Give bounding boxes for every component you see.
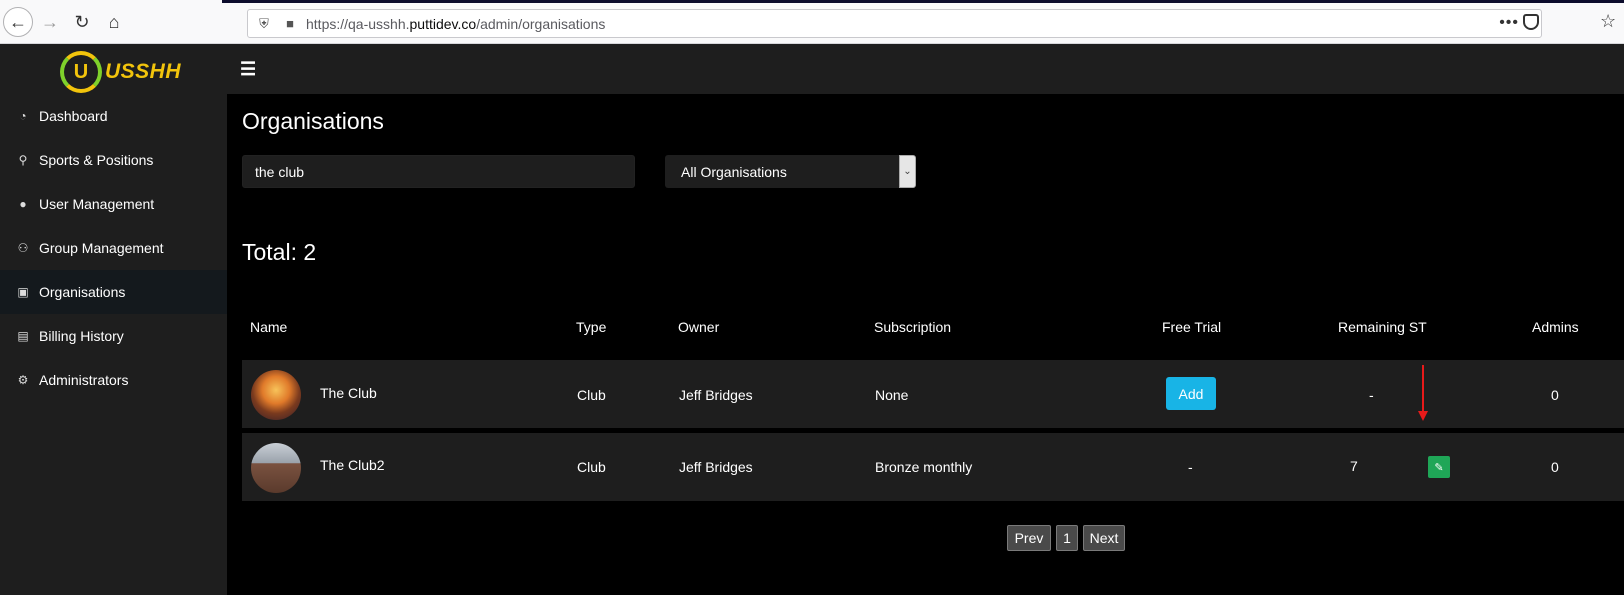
- organisation-filter-select[interactable]: All Organisations ⌄: [665, 155, 916, 188]
- cogs-icon: ⚙: [17, 373, 29, 387]
- column-header-name: Name: [250, 319, 288, 335]
- url-text[interactable]: https://qa-usshh.puttidev.co/admin/organ…: [306, 16, 605, 32]
- sidebar-item-label: Sports & Positions: [39, 152, 154, 168]
- money-icon: ▤: [17, 329, 29, 343]
- column-header-free-trial: Free Trial: [1162, 319, 1222, 335]
- url-path: /admin/organisations: [476, 15, 606, 32]
- sidebar-item-label: Group Management: [39, 240, 164, 256]
- sidebar-item-billing-history[interactable]: ▤ Billing History: [0, 314, 227, 358]
- page-actions-icon[interactable]: •••: [1499, 14, 1519, 32]
- organisation-owner: Jeff Bridges: [679, 459, 753, 475]
- lock-icon[interactable]: ■: [280, 16, 300, 31]
- url-domain: puttidev.co: [409, 15, 477, 32]
- forward-icon[interactable]: →: [36, 8, 64, 36]
- sidebar-item-administrators[interactable]: ⚙ Administrators: [0, 358, 227, 402]
- organisation-owner: Jeff Bridges: [679, 387, 753, 403]
- remaining-st-value: -: [1369, 387, 1374, 403]
- dashboard-icon: ◔: [19, 109, 27, 123]
- url-prefix: https://qa-usshh.: [306, 15, 410, 32]
- sidebar-item-label: Organisations: [39, 284, 126, 300]
- column-header-subscription: Subscription: [874, 319, 952, 335]
- organisation-type: Club: [577, 459, 606, 475]
- back-icon[interactable]: ←: [3, 7, 33, 37]
- admins-count: 0: [1551, 387, 1559, 403]
- search-input[interactable]: [242, 155, 635, 188]
- shield-icon[interactable]: ⛨: [254, 16, 274, 32]
- page-title: Organisations: [242, 108, 384, 134]
- bicycle-icon: ⚲: [18, 153, 28, 167]
- users-icon: ⚇: [17, 241, 29, 255]
- page-1-button[interactable]: 1: [1056, 525, 1078, 551]
- organisation-subscription: None: [875, 387, 909, 403]
- total-count: Total: 2: [242, 239, 317, 265]
- bookmark-star-icon[interactable]: ☆: [1600, 11, 1616, 32]
- organisation-name: The Club2: [320, 457, 385, 473]
- admins-count: 0: [1551, 459, 1559, 475]
- briefcase-icon: ▣: [17, 285, 29, 299]
- table-row[interactable]: The Club Club Jeff Bridges None Add - 0: [242, 360, 1624, 428]
- sidebar-item-user-management[interactable]: ● User Management: [0, 182, 227, 226]
- table-row[interactable]: The Club2 Club Jeff Bridges Bronze month…: [242, 433, 1624, 501]
- column-header-remaining-st: Remaining ST: [1338, 319, 1427, 335]
- logo-text: USSHH: [105, 60, 182, 83]
- sidebar-item-label: Administrators: [39, 372, 129, 388]
- sidebar-item-dashboard[interactable]: ◔ Dashboard: [0, 94, 227, 138]
- organisation-subscription: Bronze monthly: [875, 459, 973, 475]
- user-icon: ●: [19, 197, 27, 211]
- pocket-icon[interactable]: [1523, 14, 1539, 30]
- add-free-trial-button[interactable]: Add: [1166, 377, 1216, 410]
- prev-page-button[interactable]: Prev: [1007, 525, 1051, 551]
- next-page-button[interactable]: Next: [1083, 525, 1125, 551]
- browser-toolbar: ← → ↻ ⌂ ⛨ ■ https://qa-usshh.puttidev.co…: [0, 0, 1624, 44]
- logo[interactable]: U USSHH: [60, 51, 181, 93]
- sidebar-item-sports-positions[interactable]: ⚲ Sports & Positions: [0, 138, 227, 182]
- column-header-owner: Owner: [678, 319, 720, 335]
- column-header-type: Type: [576, 319, 607, 335]
- chevron-down-icon[interactable]: ⌄: [899, 155, 916, 188]
- organisation-avatar: [251, 443, 301, 493]
- annotation-arrow-head: [1418, 411, 1428, 421]
- sidebar-item-organisations[interactable]: ▣ Organisations: [0, 270, 227, 314]
- edit-pencil-icon[interactable]: ✎: [1428, 456, 1450, 478]
- column-header-admins: Admins: [1532, 319, 1579, 335]
- filter-selected-value: All Organisations: [681, 163, 787, 180]
- address-bar[interactable]: ⛨ ■ https://qa-usshh.puttidev.co/admin/o…: [247, 9, 1542, 38]
- annotation-arrow: [1422, 365, 1424, 415]
- sidebar-item-label: Dashboard: [39, 108, 108, 124]
- organisation-name: The Club: [320, 385, 377, 401]
- app-header: U USSHH ☰: [0, 44, 1624, 94]
- reload-icon[interactable]: ↻: [68, 8, 96, 36]
- home-icon[interactable]: ⌂: [100, 8, 128, 36]
- logo-mark: U: [60, 51, 102, 93]
- hamburger-menu-icon[interactable]: ☰: [240, 59, 256, 80]
- sidebar-item-group-management[interactable]: ⚇ Group Management: [0, 226, 227, 270]
- tab-strip: [222, 0, 1624, 3]
- remaining-st-value: 7: [1350, 458, 1358, 474]
- organisation-type: Club: [577, 387, 606, 403]
- logo-letter: U: [73, 60, 89, 83]
- sidebar-item-label: User Management: [39, 196, 155, 212]
- organisation-avatar: [251, 370, 301, 420]
- main-content: Organisations All Organisations ⌄ Total:…: [227, 94, 1624, 595]
- sidebar-item-label: Billing History: [39, 328, 124, 344]
- free-trial-value: -: [1188, 459, 1193, 475]
- sidebar: ◔ Dashboard ⚲ Sports & Positions ● User …: [0, 94, 227, 595]
